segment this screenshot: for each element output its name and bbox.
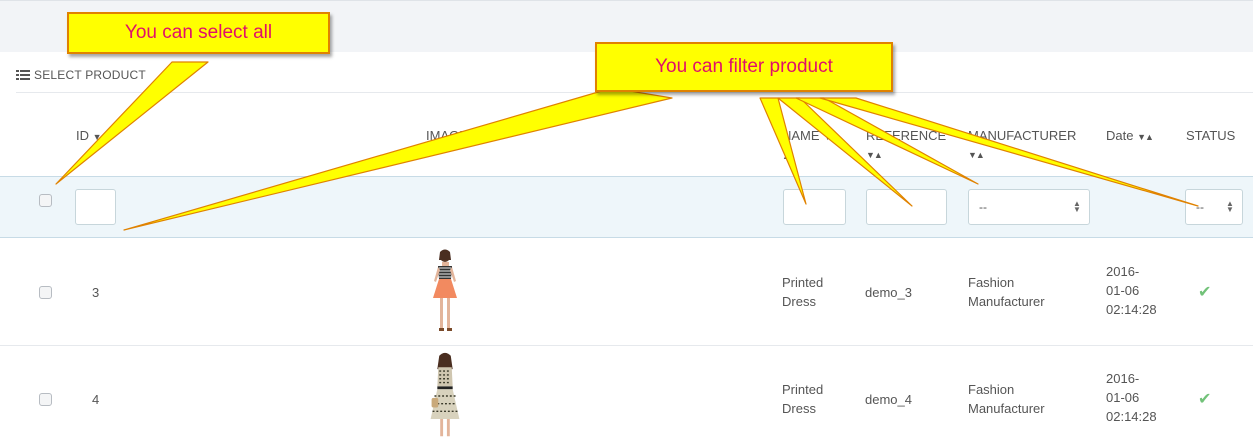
callout-select-all: You can select all [67, 12, 330, 54]
callout-filter-product: You can filter product [595, 42, 893, 92]
pointer-select-all [55, 61, 209, 185]
pointer-status-filter [819, 97, 1199, 207]
pointer-id-filter [123, 87, 673, 231]
